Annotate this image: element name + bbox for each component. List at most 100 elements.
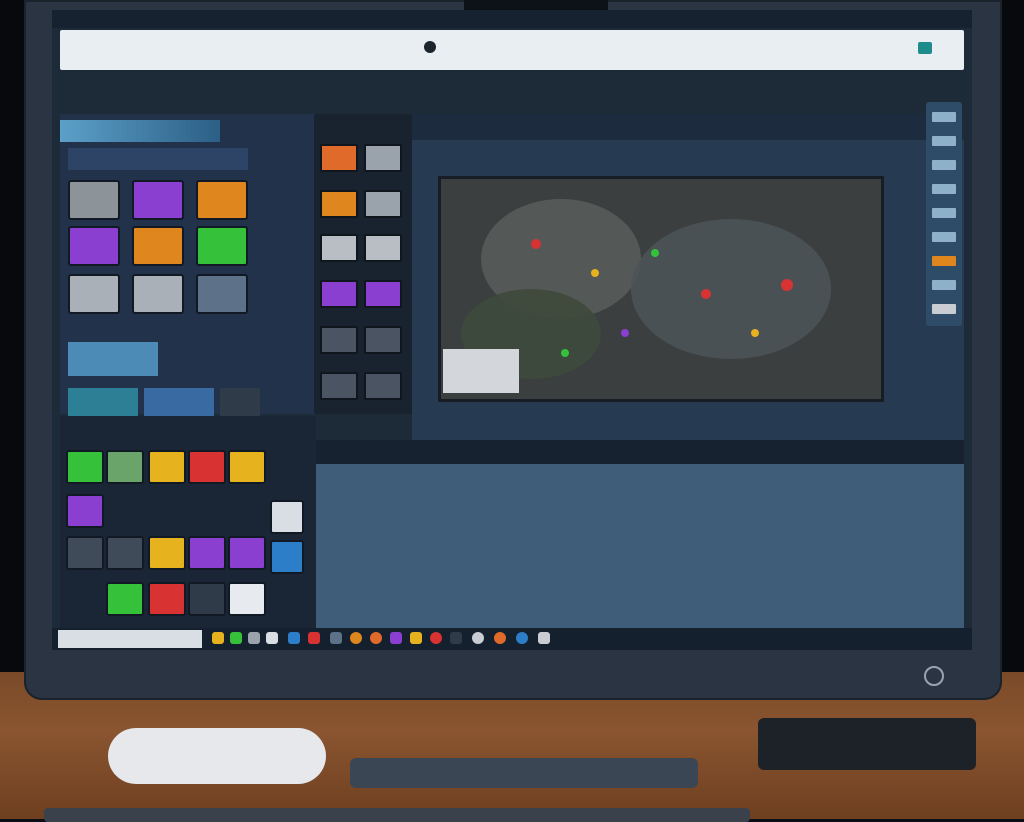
thumbnail[interactable] xyxy=(364,372,402,400)
tool-button[interactable] xyxy=(932,160,956,170)
thumbnail[interactable] xyxy=(364,190,402,218)
asset-tile[interactable] xyxy=(132,274,184,314)
asset-strip[interactable] xyxy=(68,342,158,376)
thumbnail[interactable] xyxy=(364,144,402,172)
asset-tile[interactable] xyxy=(196,274,248,314)
library-tile[interactable] xyxy=(66,494,104,528)
tool-button[interactable] xyxy=(932,232,956,242)
workspace-canvas[interactable] xyxy=(316,464,964,632)
app-icon[interactable] xyxy=(350,632,362,644)
library-tile[interactable] xyxy=(148,450,186,484)
image-marker xyxy=(651,249,659,257)
image-marker xyxy=(781,279,793,291)
library-tile[interactable] xyxy=(66,536,104,570)
timeline-bar[interactable] xyxy=(316,440,964,464)
go-icon[interactable] xyxy=(424,41,436,53)
extension-button[interactable] xyxy=(918,42,932,54)
library-tile[interactable] xyxy=(228,582,266,616)
star-icon[interactable] xyxy=(410,632,422,644)
thumbnail[interactable] xyxy=(320,326,358,354)
library-tile[interactable] xyxy=(66,450,104,484)
app-icon[interactable] xyxy=(450,632,462,644)
thumbnail[interactable] xyxy=(320,144,358,172)
tool-button[interactable] xyxy=(932,208,956,218)
asset-tile[interactable] xyxy=(68,226,120,266)
image-viewer xyxy=(412,114,964,440)
asset-tile[interactable] xyxy=(68,180,120,220)
app-icon[interactable] xyxy=(288,632,300,644)
screen xyxy=(52,10,972,650)
app-icon[interactable] xyxy=(308,632,320,644)
chat-icon[interactable] xyxy=(472,632,484,644)
library-tile[interactable] xyxy=(188,536,226,570)
keyboard xyxy=(44,808,750,822)
library-tile[interactable] xyxy=(228,450,266,484)
thumbnail[interactable] xyxy=(320,190,358,218)
tool-button[interactable] xyxy=(932,280,956,290)
image-marker xyxy=(591,269,599,277)
library-tile[interactable] xyxy=(228,536,266,570)
taskbar xyxy=(52,628,972,650)
asset-tile[interactable] xyxy=(132,226,184,266)
thumbnail-strip xyxy=(314,114,414,414)
tool-button[interactable] xyxy=(932,304,956,314)
asset-tile[interactable] xyxy=(132,180,184,220)
phone xyxy=(758,718,976,770)
asset-tile[interactable] xyxy=(196,180,248,220)
image-marker xyxy=(561,349,569,357)
image-caption-box xyxy=(443,349,519,393)
library-tile[interactable] xyxy=(188,582,226,616)
library-tile[interactable] xyxy=(188,450,226,484)
library-tile[interactable] xyxy=(270,500,304,534)
address-bar[interactable] xyxy=(60,30,964,70)
app-icon[interactable] xyxy=(516,632,528,644)
thumbnail[interactable] xyxy=(320,234,358,262)
tool-button[interactable] xyxy=(932,256,956,266)
app-icon[interactable] xyxy=(330,632,342,644)
viewer-toolbar xyxy=(412,114,964,140)
image-marker xyxy=(621,329,629,337)
power-icon[interactable] xyxy=(924,666,944,686)
secondary-toolbar xyxy=(60,94,964,112)
app-icon[interactable] xyxy=(266,632,278,644)
tool-button[interactable] xyxy=(932,136,956,146)
app-icon[interactable] xyxy=(370,632,382,644)
title-bar xyxy=(52,10,972,28)
app-icon[interactable] xyxy=(230,632,242,644)
image-marker xyxy=(531,239,541,249)
library-tile[interactable] xyxy=(106,582,144,616)
library-tile[interactable] xyxy=(270,540,304,574)
thumbnail[interactable] xyxy=(364,326,402,354)
folder-icon[interactable] xyxy=(212,632,224,644)
library-tile[interactable] xyxy=(106,536,144,570)
thumbnail[interactable] xyxy=(364,280,402,308)
library-panel xyxy=(60,416,316,632)
map-image[interactable] xyxy=(438,176,884,402)
app-icon[interactable] xyxy=(430,632,442,644)
image-marker xyxy=(701,289,711,299)
app-icon[interactable] xyxy=(248,632,260,644)
library-tile[interactable] xyxy=(106,450,144,484)
thumbnail[interactable] xyxy=(364,234,402,262)
app-icon[interactable] xyxy=(538,632,550,644)
asset-panel xyxy=(60,114,316,428)
library-tile[interactable] xyxy=(148,536,186,570)
mouse xyxy=(108,728,326,784)
search-box[interactable] xyxy=(58,630,202,648)
asset-panel-header xyxy=(68,148,248,170)
app-icon[interactable] xyxy=(494,632,506,644)
side-toolbar xyxy=(926,102,962,326)
app-icon[interactable] xyxy=(390,632,402,644)
tool-button[interactable] xyxy=(932,184,956,194)
image-marker xyxy=(751,329,759,337)
monitor-stand xyxy=(350,758,698,788)
asset-panel-tab[interactable] xyxy=(60,120,220,142)
thumbnail[interactable] xyxy=(320,280,358,308)
library-tile[interactable] xyxy=(148,582,186,616)
image-region xyxy=(631,219,831,359)
asset-tile[interactable] xyxy=(68,274,120,314)
asset-tile[interactable] xyxy=(196,226,248,266)
tool-button[interactable] xyxy=(932,112,956,122)
menu-bar xyxy=(60,74,964,94)
thumbnail[interactable] xyxy=(320,372,358,400)
